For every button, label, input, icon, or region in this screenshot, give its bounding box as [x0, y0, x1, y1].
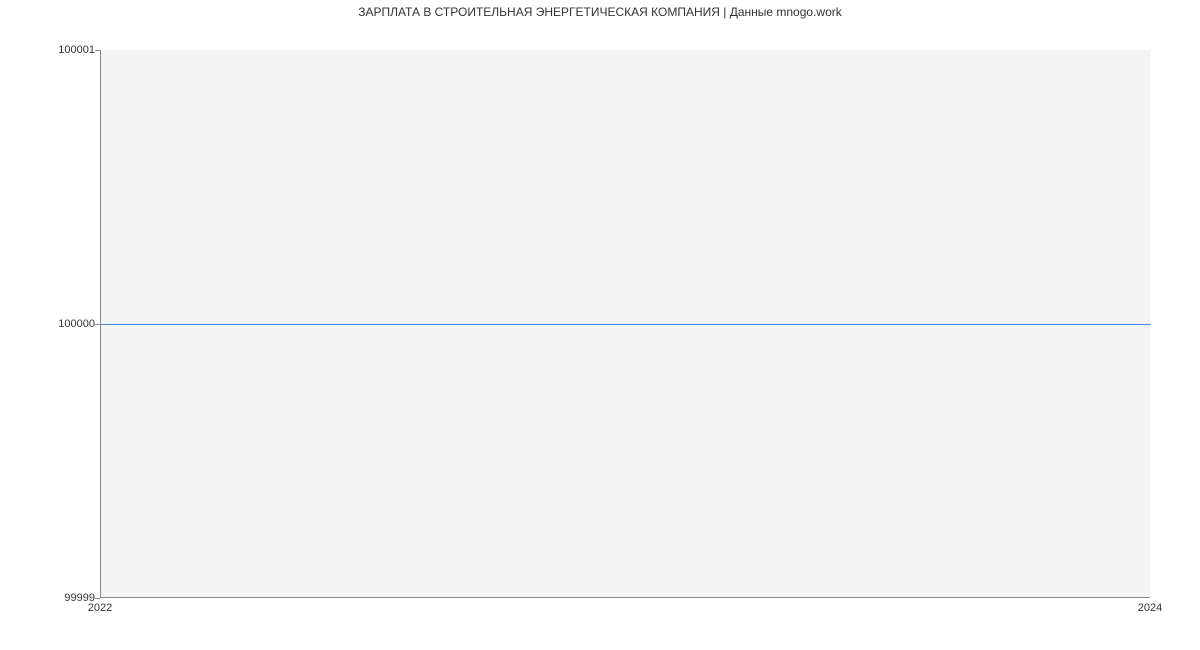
plot-area: [100, 50, 1150, 598]
x-tick-label: 2024: [1138, 602, 1162, 614]
y-tick-label: 100001: [50, 44, 95, 56]
y-tick-mark: [95, 50, 100, 51]
y-tick-label: 100000: [50, 318, 95, 330]
x-tick-label: 2022: [88, 602, 112, 614]
chart-title: ЗАРПЛАТА В СТРОИТЕЛЬНАЯ ЭНЕРГЕТИЧЕСКАЯ К…: [0, 5, 1200, 19]
data-line: [101, 324, 1151, 325]
y-tick-mark: [95, 324, 100, 325]
chart-container: ЗАРПЛАТА В СТРОИТЕЛЬНАЯ ЭНЕРГЕТИЧЕСКАЯ К…: [0, 0, 1200, 650]
y-tick-mark: [95, 598, 100, 599]
